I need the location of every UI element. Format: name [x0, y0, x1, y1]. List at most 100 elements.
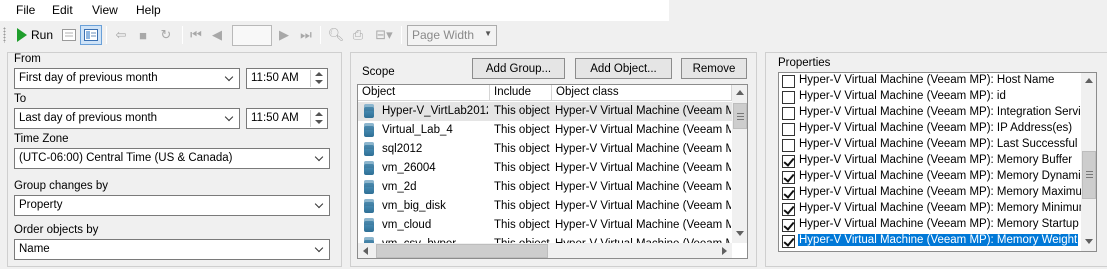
- table-row[interactable]: Virtual_Lab_4 This object Hyper-V Virtual …: [358, 121, 732, 140]
- last-page-icon[interactable]: ⏭: [298, 25, 314, 45]
- properties-scroll-thumb[interactable]: [1082, 151, 1096, 199]
- property-checkbox[interactable]: [782, 171, 795, 184]
- scroll-right-icon[interactable]: [722, 247, 727, 255]
- menu-view[interactable]: View: [92, 3, 118, 17]
- remove-button[interactable]: Remove: [681, 58, 747, 79]
- property-checkbox[interactable]: [782, 219, 795, 232]
- scroll-up-icon[interactable]: [736, 90, 744, 95]
- group-changes-select[interactable]: Property: [14, 195, 330, 216]
- property-checkbox[interactable]: [782, 91, 795, 104]
- order-objects-select[interactable]: Name: [14, 239, 330, 260]
- scroll-down-icon[interactable]: [736, 231, 744, 236]
- print-icon[interactable]: ⎙: [349, 25, 367, 45]
- print-preview-icon[interactable]: 🔍︎: [327, 25, 345, 45]
- property-item[interactable]: Hyper-V Virtual Machine (Veeam MP): Memo…: [779, 217, 1096, 233]
- order-objects-value: Name: [19, 243, 50, 255]
- cell-object-class: Hyper-V Virtual Machine (Veeam MP): [555, 162, 731, 174]
- table-row[interactable]: sql2012 This object Hyper-V Virtual Machin…: [358, 140, 732, 159]
- to-time-spinner[interactable]: [310, 110, 326, 127]
- add-group-button[interactable]: Add Group...: [472, 58, 565, 79]
- property-item[interactable]: Hyper-V Virtual Machine (Veeam MP): Memo…: [779, 169, 1086, 185]
- menu-file[interactable]: File: [16, 3, 35, 17]
- property-checkbox[interactable]: [782, 203, 795, 216]
- from-time-spinner[interactable]: [310, 70, 326, 87]
- cell-include: This object: [494, 105, 550, 117]
- timezone-label: Time Zone: [14, 133, 69, 145]
- property-item[interactable]: Hyper-V Virtual Machine (Veeam MP): Inte…: [779, 105, 1096, 121]
- add-object-button[interactable]: Add Object...: [575, 58, 672, 79]
- cell-object-class: Hyper-V Virtual Machine (Veeam MP): [555, 181, 731, 193]
- property-label: Hyper-V Virtual Machine (Veeam MP): Host…: [799, 74, 1055, 86]
- export-icon[interactable]: ⊟▾: [371, 25, 397, 45]
- scope-grid[interactable]: Object Include Object class Hyper-V_Virt…: [357, 84, 748, 259]
- property-checkbox[interactable]: [782, 107, 795, 120]
- property-item[interactable]: Hyper-V Virtual Machine (Veeam MP): Last…: [779, 137, 1096, 153]
- scope-hscroll-thumb[interactable]: [376, 244, 548, 258]
- column-header-include[interactable]: Include: [490, 85, 552, 101]
- property-item[interactable]: Hyper-V Virtual Machine (Veeam MP): Memo…: [779, 233, 1081, 249]
- property-checkbox[interactable]: [782, 155, 795, 168]
- previous-page-icon[interactable]: ◀: [209, 25, 225, 45]
- property-checkbox[interactable]: [782, 187, 795, 200]
- toolbar-grip[interactable]: [3, 27, 6, 43]
- menu-edit[interactable]: Edit: [52, 3, 73, 17]
- to-date-select[interactable]: Last day of previous month: [14, 108, 240, 129]
- properties-scrollbar[interactable]: [1081, 73, 1096, 251]
- to-time-value: 11:50 AM: [251, 112, 299, 124]
- first-page-icon[interactable]: ⏮: [188, 25, 204, 45]
- table-row[interactable]: Hyper-V_VirtLab2012 This object Hyper-V Vi…: [358, 102, 732, 121]
- property-item[interactable]: Hyper-V Virtual Machine (Veeam MP): Memo…: [779, 153, 1081, 169]
- property-checkbox[interactable]: [782, 235, 795, 248]
- property-checkbox[interactable]: [782, 123, 795, 136]
- table-row[interactable]: vm_2d This object Hyper-V Virtual Machine …: [358, 178, 732, 197]
- property-label: Hyper-V Virtual Machine (Veeam MP): Memo…: [799, 154, 1073, 166]
- table-row[interactable]: vm_cloud This object Hyper-V Virtual Machi…: [358, 216, 732, 235]
- next-page-icon[interactable]: ▶: [276, 25, 292, 45]
- property-item[interactable]: Hyper-V Virtual Machine (Veeam MP): Memo…: [779, 185, 1096, 201]
- scope-label: Scope: [362, 66, 395, 78]
- from-date-select[interactable]: First day of previous month: [14, 68, 240, 89]
- group-changes-value: Property: [19, 199, 63, 211]
- virtual-machine-icon: [364, 104, 374, 118]
- order-objects-label: Order objects by: [14, 224, 99, 236]
- page-number-input[interactable]: [232, 25, 272, 46]
- property-checkbox[interactable]: [782, 75, 795, 88]
- table-row[interactable]: vm_big_disk This object Hyper-V Virtual Ma…: [358, 197, 732, 216]
- refresh-icon[interactable]: ↻: [157, 25, 175, 45]
- virtual-machine-icon: [364, 199, 374, 213]
- column-header-object[interactable]: Object: [358, 85, 490, 101]
- property-item[interactable]: Hyper-V Virtual Machine (Veeam MP): Host…: [779, 73, 1081, 89]
- scroll-down-icon[interactable]: [1085, 239, 1093, 244]
- property-item[interactable]: Hyper-V Virtual Machine (Veeam MP): IP A…: [779, 121, 1081, 137]
- scope-scroll-thumb[interactable]: [733, 103, 747, 129]
- scroll-up-icon[interactable]: [1085, 78, 1093, 83]
- document-map-button[interactable]: [80, 25, 102, 45]
- property-checkbox[interactable]: [782, 139, 795, 152]
- properties-list[interactable]: Hyper-V Virtual Machine (Veeam MP): Host…: [778, 72, 1097, 252]
- table-row[interactable]: vm_26004 This object Hyper-V Virtual Machi…: [358, 159, 732, 178]
- print-layout-button[interactable]: [60, 25, 78, 45]
- back-icon[interactable]: ⇦: [112, 25, 130, 45]
- property-item[interactable]: Hyper-V Virtual Machine (Veeam MP): Memo…: [779, 201, 1096, 217]
- to-date-value: Last day of previous month: [19, 112, 158, 124]
- property-label: Hyper-V Virtual Machine (Veeam MP): Memo…: [799, 186, 1097, 198]
- to-time-input[interactable]: 11:50 AM: [246, 108, 328, 129]
- property-item[interactable]: Hyper-V Virtual Machine (Veeam MP): id: [779, 89, 1081, 105]
- cell-object: vm_cloud: [382, 219, 432, 231]
- cell-object: vm_2d: [382, 181, 417, 193]
- scroll-left-icon[interactable]: [363, 247, 368, 255]
- scope-vertical-scrollbar[interactable]: [732, 85, 747, 243]
- timezone-select[interactable]: (UTC-06:00) Central Time (US & Canada): [14, 148, 330, 169]
- run-button[interactable]: Run: [14, 25, 56, 45]
- stop-icon[interactable]: ■: [134, 25, 152, 45]
- cell-include: This object: [494, 162, 550, 174]
- column-header-object-class[interactable]: Object class: [552, 85, 732, 101]
- cell-object: sql2012: [382, 143, 423, 155]
- zoom-select[interactable]: Page Width ▼: [407, 25, 497, 46]
- menu-help[interactable]: Help: [136, 3, 161, 17]
- from-time-input[interactable]: 11:50 AM: [246, 68, 328, 89]
- from-label: From: [14, 53, 41, 65]
- cell-object: Hyper-V_VirtLab2012: [382, 105, 488, 117]
- timezone-value: (UTC-06:00) Central Time (US & Canada): [19, 152, 233, 164]
- scope-horizontal-scrollbar[interactable]: [358, 243, 732, 258]
